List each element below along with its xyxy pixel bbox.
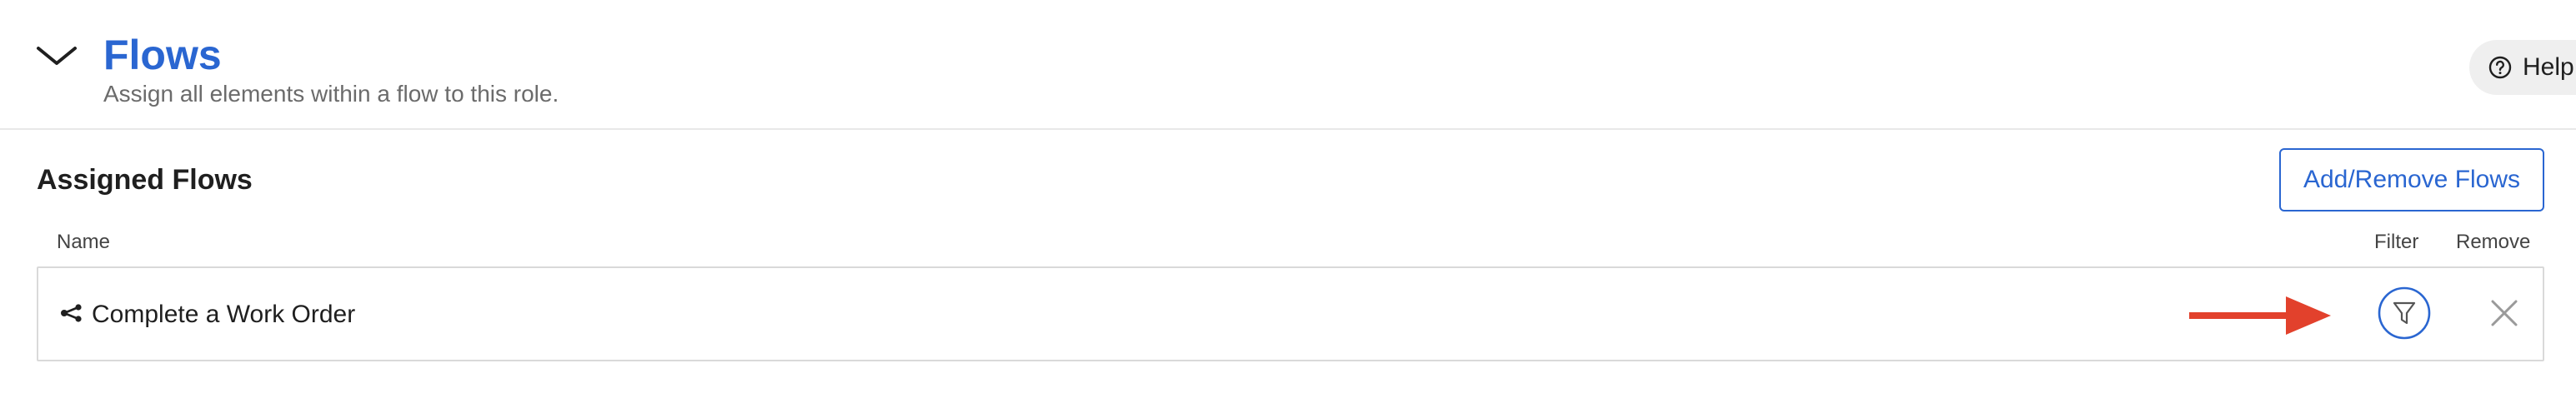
table-row: Complete a Work Order [37, 266, 2544, 361]
close-icon [2491, 300, 2518, 326]
chevron-down-icon [37, 47, 77, 65]
add-remove-flows-button[interactable]: Add/Remove Flows [2279, 148, 2544, 211]
column-header-name: Name [57, 231, 111, 253]
assigned-flows-title: Assigned Flows [37, 164, 253, 196]
help-label: Help [2523, 53, 2574, 81]
collapse-toggle[interactable] [33, 37, 80, 77]
red-arrow-right-icon [2189, 296, 2331, 335]
filter-button[interactable] [2378, 286, 2431, 340]
filter-funnel-icon [2378, 286, 2431, 340]
flow-name: Complete a Work Order [92, 301, 356, 328]
column-header-filter: Filter [2374, 231, 2419, 253]
help-button[interactable]: Help [2469, 40, 2576, 95]
page-subtitle: Assign all elements within a flow to thi… [103, 81, 559, 107]
remove-button[interactable] [2484, 293, 2524, 333]
section-header: Flows Assign all elements within a flow … [0, 0, 2576, 130]
flow-branch-icon [61, 304, 82, 322]
question-circle-icon [2488, 56, 2512, 79]
page-title: Flows [103, 32, 222, 78]
column-header-remove: Remove [2456, 231, 2531, 253]
